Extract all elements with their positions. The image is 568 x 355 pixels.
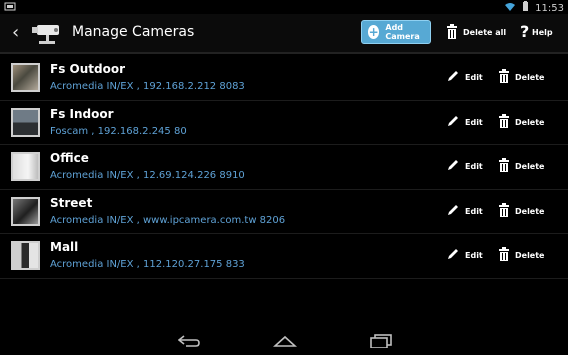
add-camera-label: Add Camera [385, 23, 420, 41]
status-right: 11:53 [504, 1, 564, 15]
camera-row[interactable]: Fs Outdoor Acromedia IN/EX , 192.168.2.2… [0, 56, 568, 101]
camera-name: Office [50, 151, 89, 165]
delete-label: Delete [515, 206, 545, 216]
delete-label: Delete [515, 162, 545, 171]
home-icon[interactable] [272, 333, 298, 352]
camera-info: Foscam , 192.168.2.245 80 [50, 125, 187, 137]
edit-label: Edit [465, 206, 483, 216]
delete-button[interactable]: Delete [498, 68, 544, 87]
delete-button[interactable]: Delete [498, 157, 544, 176]
page-title: Manage Cameras [72, 24, 195, 40]
camera-thumbnail [11, 107, 40, 137]
camera-row[interactable]: Fs Indoor Foscam , 192.168.2.245 80 Edit… [0, 101, 568, 145]
delete-all-button[interactable]: Delete all [463, 28, 506, 37]
camera-thumbnail [11, 241, 40, 270]
edit-button[interactable]: Edit [446, 68, 483, 87]
navigation-bar [0, 325, 568, 355]
help-button[interactable]: Help [532, 28, 553, 37]
edit-button[interactable]: Edit [446, 157, 483, 176]
edit-label: Edit [465, 251, 483, 260]
delete-button[interactable]: Delete [498, 246, 544, 265]
status-time: 11:53 [535, 2, 564, 14]
plus-circle-icon: + [368, 25, 380, 39]
back-arrow-icon[interactable] [177, 333, 200, 352]
pencil-icon [446, 246, 460, 265]
camera-list: Fs Outdoor Acromedia IN/EX , 192.168.2.2… [0, 56, 568, 279]
camera-info: Acromedia IN/EX , 192.168.2.212 8083 [50, 81, 245, 92]
delete-button[interactable]: Delete [498, 202, 544, 221]
trash-icon [498, 157, 510, 176]
camera-row[interactable]: Street Acromedia IN/EX , www.ipcamera.co… [0, 190, 568, 234]
trash-icon [498, 113, 510, 132]
delete-all-trash-icon[interactable] [446, 24, 458, 40]
pencil-icon [446, 202, 460, 221]
edit-label: Edit [465, 162, 483, 171]
delete-label: Delete [515, 117, 545, 127]
status-bar: 11:53 [0, 0, 568, 14]
trash-icon [498, 202, 510, 221]
edit-button[interactable]: Edit [446, 202, 483, 221]
camera-name: Fs Indoor [50, 106, 114, 121]
pencil-icon [446, 157, 460, 176]
pencil-icon [446, 113, 460, 132]
security-camera-icon [30, 19, 64, 47]
camera-row[interactable]: Mall Acromedia IN/EX , 112.120.27.175 83… [0, 234, 568, 279]
pencil-icon [446, 68, 460, 87]
wifi-icon [504, 2, 516, 15]
camera-info: Acromedia IN/EX , 112.120.27.175 833 [50, 259, 245, 270]
camera-name: Mall [50, 240, 79, 254]
back-chevron-icon[interactable]: ‹ [12, 22, 19, 43]
action-bar: ‹ Manage Cameras + Add Camera Delete all… [0, 14, 568, 54]
delete-label: Delete [515, 73, 545, 82]
camera-info: Acromedia IN/EX , www.ipcamera.com.tw 82… [50, 214, 286, 226]
camera-row[interactable]: Office Acromedia IN/EX , 12.69.124.226 8… [0, 145, 568, 190]
camera-thumbnail [11, 196, 40, 226]
recent-apps-icon[interactable] [370, 333, 392, 352]
camera-name: Fs Outdoor [50, 62, 125, 76]
trash-icon [498, 246, 510, 265]
delete-label: Delete [515, 251, 545, 260]
add-camera-button[interactable]: + Add Camera [361, 20, 431, 44]
trash-icon [498, 68, 510, 87]
camera-thumbnail [11, 152, 40, 181]
delete-button[interactable]: Delete [498, 113, 544, 132]
edit-label: Edit [465, 73, 483, 82]
edit-label: Edit [465, 117, 483, 127]
edit-button[interactable]: Edit [446, 113, 483, 132]
camera-thumbnail [11, 63, 40, 92]
edit-button[interactable]: Edit [446, 246, 483, 265]
battery-icon [522, 1, 529, 15]
notification-icon [4, 2, 16, 14]
question-icon[interactable]: ? [520, 22, 529, 41]
camera-name: Street [50, 195, 93, 210]
camera-info: Acromedia IN/EX , 12.69.124.226 8910 [50, 170, 245, 181]
